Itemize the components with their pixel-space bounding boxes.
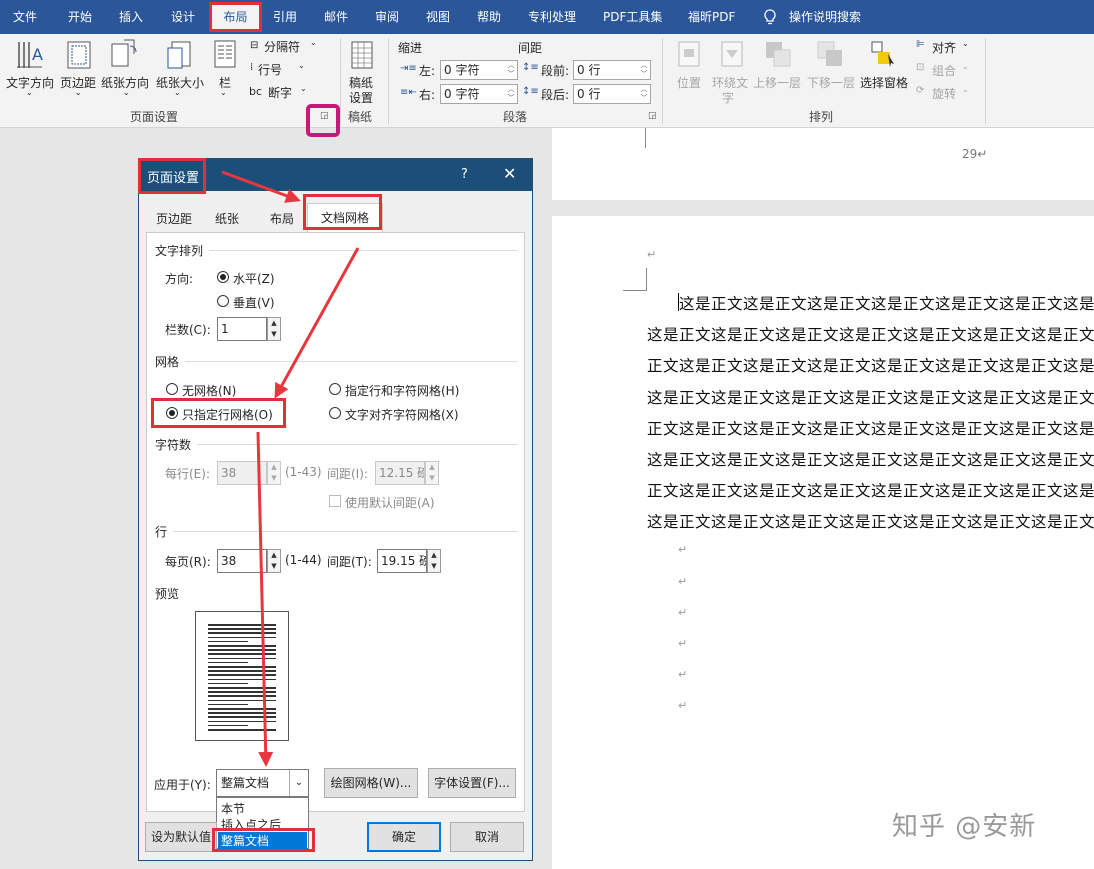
arrow-title-to-tab — [221, 170, 301, 203]
annotation-arrows — [221, 170, 360, 767]
arrow-option-to-apply — [256, 431, 274, 767]
arrow-tab-to-option — [274, 247, 360, 399]
